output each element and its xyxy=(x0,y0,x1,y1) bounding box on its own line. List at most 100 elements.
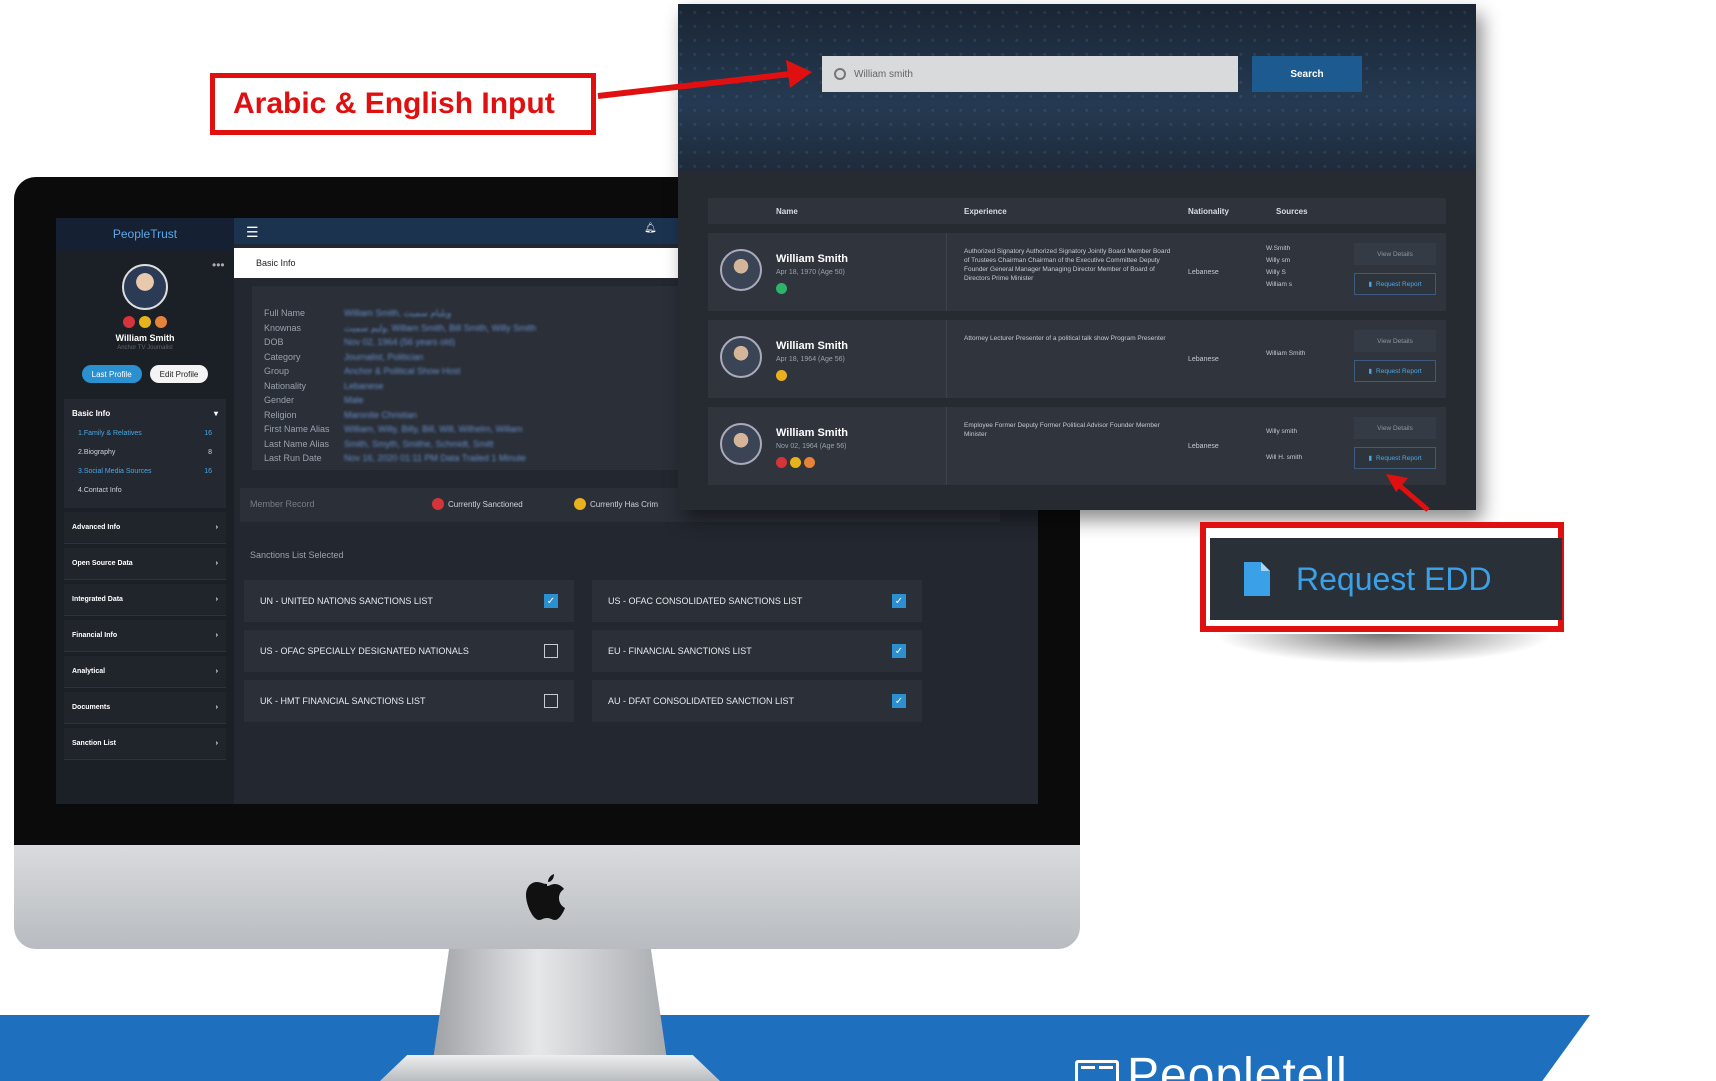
result-name[interactable]: William Smith xyxy=(776,253,848,265)
sidebar-item-contact-info[interactable]: 4.Contact Info xyxy=(70,481,220,500)
criminal-status-icon xyxy=(776,370,787,381)
checkbox-checked-icon[interactable]: ✓ xyxy=(892,694,906,708)
sidebar-item-financial-info[interactable]: Financial Info › xyxy=(64,620,226,652)
annotation-box: Arabic & English Input xyxy=(210,73,596,135)
sanctioned-status-icon xyxy=(432,498,444,510)
request-edd-button[interactable]: Request EDD xyxy=(1210,538,1562,620)
result-name[interactable]: William Smith xyxy=(776,340,848,352)
result-dob: Apr 18, 1970 (Age 50) xyxy=(776,269,845,276)
callout-shadow xyxy=(1214,634,1554,664)
sidebar-item-documents[interactable]: Documents › xyxy=(64,692,226,724)
profile-name: William Smith xyxy=(115,333,175,343)
result-dob: Apr 18, 1964 (Age 56) xyxy=(776,356,845,363)
sidebar-item-analytical[interactable]: Analytical › xyxy=(64,656,226,688)
document-icon: ▮ xyxy=(1368,281,1373,288)
result-nationality: Lebanese xyxy=(1188,356,1219,363)
result-nationality: Lebanese xyxy=(1188,269,1219,276)
more-options-icon[interactable]: ••• xyxy=(212,258,225,272)
avatar xyxy=(720,249,762,291)
sidebar-item-open-source-data[interactable]: Open Source Data › xyxy=(64,548,226,580)
clear-status-icon xyxy=(776,283,787,294)
chevron-right-icon: › xyxy=(215,560,218,567)
chevron-right-icon: › xyxy=(215,596,218,603)
checkbox-unchecked-icon[interactable] xyxy=(544,644,558,658)
legend-criminal: Currently Has Crim xyxy=(574,498,658,510)
chevron-right-icon: › xyxy=(215,704,218,711)
document-icon: ▮ xyxy=(1368,455,1373,462)
sanction-list-item[interactable]: US - OFAC CONSOLIDATED SANCTIONS LIST ✓ xyxy=(592,580,922,622)
table-row[interactable]: William Smith Nov 02, 1964 (Age 56) Empl… xyxy=(708,407,1446,485)
request-report-button[interactable]: ▮ Request Report xyxy=(1354,447,1436,469)
divider xyxy=(946,407,947,485)
avatar xyxy=(122,264,168,310)
sidebar-item-integrated-data[interactable]: Integrated Data › xyxy=(64,584,226,616)
criminal-status-icon xyxy=(790,457,801,468)
search-results-window: Search Name Experience Nationality Sourc… xyxy=(678,4,1476,510)
sanction-list-item[interactable]: AU - DFAT CONSOLIDATED SANCTION LIST ✓ xyxy=(592,680,922,722)
result-dob: Nov 02, 1964 (Age 56) xyxy=(776,443,847,450)
search-field[interactable] xyxy=(822,56,1238,92)
status-dots xyxy=(776,283,787,294)
table-row[interactable]: William Smith Apr 18, 1970 (Age 50) Auth… xyxy=(708,233,1446,311)
status-dots xyxy=(776,370,787,381)
result-sources: W.Smith Willy sm Willy S William s xyxy=(1266,245,1292,288)
sanction-list-item[interactable]: US - OFAC SPECIALLY DESIGNATED NATIONALS xyxy=(244,630,574,672)
sidebar-item-sanction-list[interactable]: Sanction List › xyxy=(64,728,226,760)
sidebar-item-family[interactable]: 1.Family & Relatives 16 xyxy=(70,424,220,443)
status-dots xyxy=(56,316,234,328)
sidebar-item-social-media[interactable]: 3.Social Media Sources 16 xyxy=(70,462,220,481)
request-edd-label: Request EDD xyxy=(1296,560,1492,597)
sanction-list-item[interactable]: UN - UNITED NATIONS SANCTIONS LIST ✓ xyxy=(244,580,574,622)
hamburger-menu-icon[interactable]: ☰ xyxy=(246,224,259,241)
member-record-label: Member Record xyxy=(250,499,315,509)
column-name: Name xyxy=(776,206,798,216)
results-table: Name Experience Nationality Sources Will… xyxy=(708,198,1446,485)
last-profile-button[interactable]: Last Profile xyxy=(81,365,142,383)
checkbox-checked-icon[interactable]: ✓ xyxy=(892,594,906,608)
view-details-button[interactable]: View Details xyxy=(1354,417,1436,439)
sidebar-item-basic-info[interactable]: Basic Info ▾ xyxy=(70,403,220,424)
brand-mark-icon xyxy=(1075,1059,1119,1081)
notification-bell-icon[interactable]: 🔔︎ xyxy=(644,223,657,234)
column-sources: Sources xyxy=(1276,206,1308,216)
chevron-right-icon: › xyxy=(215,632,218,639)
profile-subtitle: Anchor TV Journalist xyxy=(117,345,173,351)
result-name[interactable]: William Smith xyxy=(776,427,848,439)
status-dots xyxy=(776,457,815,468)
imac-stand-base xyxy=(380,1055,720,1081)
apple-logo-icon xyxy=(526,874,565,920)
sanctions-title: Sanctions List Selected xyxy=(250,550,344,560)
result-nationality: Lebanese xyxy=(1188,443,1219,450)
search-button[interactable]: Search xyxy=(1252,56,1362,92)
sidebar: PeopleTrust ••• William Smith Anchor TV … xyxy=(56,218,234,804)
sanctioned-status-icon xyxy=(123,316,135,328)
result-sources: William Smith xyxy=(1266,350,1306,357)
request-edd-callout: Request EDD xyxy=(1200,522,1564,632)
sanction-list-item[interactable]: UK - HMT FINANCIAL SANCTIONS LIST xyxy=(244,680,574,722)
table-row[interactable]: William Smith Apr 18, 1964 (Age 56) Atto… xyxy=(708,320,1446,398)
view-details-button[interactable]: View Details xyxy=(1354,330,1436,352)
request-report-button[interactable]: ▮ Request Report xyxy=(1354,360,1436,382)
sanction-list-item[interactable]: EU - FINANCIAL SANCTIONS LIST ✓ xyxy=(592,630,922,672)
criminal-status-icon xyxy=(139,316,151,328)
sidebar-item-biography[interactable]: 2.Biography 8 xyxy=(70,443,220,462)
search-input[interactable] xyxy=(854,68,1214,80)
app-logo[interactable]: PeopleTrust xyxy=(56,218,234,250)
info-labels: Full Name Knownas DOB Category Group Nationa… xyxy=(264,308,330,463)
sanctioned-status-icon xyxy=(776,457,787,468)
result-experience: Authorized Signatory Authorized Signator… xyxy=(964,248,1171,282)
divider xyxy=(946,320,947,398)
document-icon: ▮ xyxy=(1368,368,1373,375)
edit-profile-button[interactable]: Edit Profile xyxy=(149,365,209,383)
brand-logo: Peopletell xyxy=(1075,1048,1348,1081)
checkbox-checked-icon[interactable]: ✓ xyxy=(544,594,558,608)
request-report-button[interactable]: ▮ Request Report xyxy=(1354,273,1436,295)
criminal-status-icon xyxy=(574,498,586,510)
sidebar-item-advanced-info[interactable]: Advanced Info › xyxy=(64,512,226,544)
document-icon xyxy=(1244,562,1270,596)
checkbox-checked-icon[interactable]: ✓ xyxy=(892,644,906,658)
table-header: Name Experience Nationality Sources xyxy=(708,198,1446,224)
legend-sanctioned: Currently Sanctioned xyxy=(432,498,523,510)
view-details-button[interactable]: View Details xyxy=(1354,243,1436,265)
checkbox-unchecked-icon[interactable] xyxy=(544,694,558,708)
